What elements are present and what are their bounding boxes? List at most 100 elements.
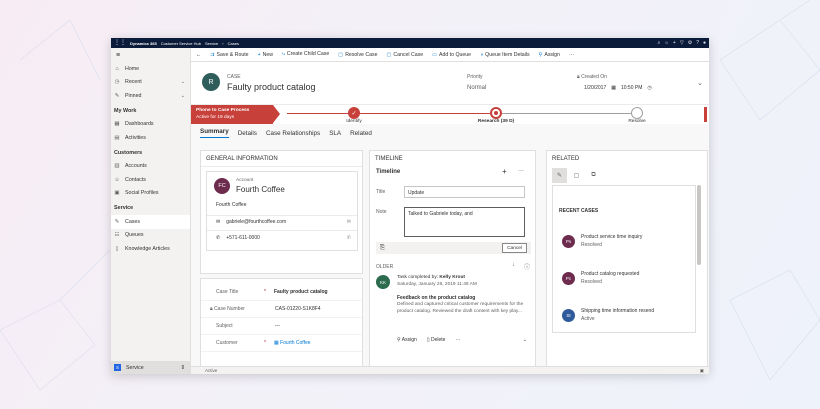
email-row[interactable]: ✉ gabriele@fourthcoffee.com ✉ bbox=[216, 219, 351, 225]
gear-icon[interactable]: ⚙ bbox=[688, 40, 692, 46]
save-icon[interactable]: ▣ bbox=[700, 368, 704, 374]
resolve-icon: ▢ bbox=[338, 51, 344, 58]
main-content: R CASE Faulty product catalog Priority N… bbox=[191, 62, 709, 374]
nav-item-contacts[interactable]: ☺ Contacts bbox=[111, 173, 190, 187]
pin-icon: ✎ bbox=[114, 92, 120, 99]
nav-item-home[interactable]: ⌂ Home bbox=[111, 62, 190, 76]
nav-item-dashboards[interactable]: ▦ Dashboards bbox=[111, 118, 190, 132]
note-title-input[interactable]: Update bbox=[404, 186, 525, 198]
cmd-add-queue[interactable]: ▭ Add to Queue bbox=[432, 52, 471, 58]
account-icon: ▦ bbox=[273, 340, 279, 346]
attach-icon[interactable]: ⎘ bbox=[380, 245, 385, 252]
delete-action[interactable]: ▯ Delete bbox=[427, 337, 446, 343]
note-textarea[interactable]: Talked to Gabriele today, and bbox=[404, 207, 525, 237]
field-subject[interactable]: Subject --- bbox=[201, 318, 362, 335]
nav-item-queues[interactable]: ☷ Queues bbox=[111, 229, 190, 243]
more-icon[interactable]: ··· bbox=[455, 337, 460, 343]
call-icon: ✆ bbox=[346, 235, 351, 241]
account-card: FC Account Fourth Coffee Fourth Coffee ✉… bbox=[206, 171, 358, 251]
nav-item-pinned[interactable]: ✎ Pinned ⌄ bbox=[111, 89, 190, 103]
note-title-label: Title bbox=[376, 189, 386, 195]
sitemap-nav: ≡ ⌂ Home ◷ Recent ⌄ ✎ Pinned ⌄ My Work ▦ Dashb… bbox=[111, 48, 191, 374]
tab-case-relationships[interactable]: Case Relationships bbox=[266, 130, 320, 137]
cancel-note-button[interactable]: Cancel bbox=[502, 243, 527, 253]
account-label: Account bbox=[236, 178, 254, 183]
priority-value[interactable]: Normal bbox=[467, 85, 486, 91]
cmd-save-route[interactable]: ⇉ Save & Route bbox=[210, 52, 248, 58]
priority-label: Priority bbox=[467, 74, 483, 80]
building-icon: ▥ bbox=[114, 163, 120, 170]
process-flag[interactable]: Phone to Case Process Active for 19 days bbox=[191, 105, 280, 124]
cmd-resolve[interactable]: ▢ Resolve Case bbox=[338, 52, 377, 58]
field-case-title[interactable]: Case Title * Faulty product catalog bbox=[201, 284, 362, 301]
area-switcher[interactable]: S Service ⇕ bbox=[111, 361, 190, 374]
process-end-marker bbox=[704, 107, 707, 122]
recent-case-item[interactable]: Ps Product service time inquiry Resolved bbox=[562, 234, 642, 249]
user-icon[interactable]: ● bbox=[703, 40, 706, 46]
breadcrumb-service[interactable]: Service bbox=[205, 41, 218, 46]
wrench-icon[interactable]: ✎ bbox=[552, 168, 567, 183]
cmd-create-child[interactable]: ⤷ Create Child Case bbox=[282, 51, 329, 58]
account-avatar: FC bbox=[214, 178, 230, 194]
cmd-assign[interactable]: ⚲ Assign bbox=[539, 52, 560, 58]
more-options-icon[interactable]: ··· bbox=[518, 168, 524, 174]
chevron-down-icon[interactable]: ⌄ bbox=[181, 79, 185, 85]
app-launcher-icon[interactable]: ⋮⋮ bbox=[114, 40, 126, 46]
entity-type: CASE bbox=[227, 74, 241, 80]
entry-avatar: KK bbox=[376, 275, 390, 289]
created-label: 🔒︎ Created On bbox=[577, 74, 607, 80]
field-customer[interactable]: Customer * ▦ Fourth Coffee bbox=[201, 335, 362, 352]
calendar-icon: ▦ bbox=[611, 85, 616, 91]
entry-title[interactable]: Feedback on the product catalog bbox=[397, 295, 475, 301]
lightbulb-icon[interactable]: ☼ bbox=[664, 40, 669, 46]
phone-row[interactable]: ✆ +571-611-0000 ✆ bbox=[216, 235, 351, 241]
account-name[interactable]: Fourth Coffee bbox=[236, 185, 285, 194]
merge-icon[interactable]: ⧉ bbox=[586, 168, 601, 183]
timeline-title: TIMELINE bbox=[375, 156, 403, 162]
search-icon[interactable]: ⌕ bbox=[658, 40, 661, 46]
help-icon[interactable]: ? bbox=[696, 40, 699, 46]
expand-header-icon[interactable]: ⌄ bbox=[697, 79, 703, 87]
nav-item-recent[interactable]: ◷ Recent ⌄ bbox=[111, 76, 190, 90]
home-icon: ⌂ bbox=[115, 65, 119, 72]
back-icon[interactable]: ← bbox=[196, 52, 201, 58]
stage-identify[interactable]: ✓ bbox=[348, 107, 360, 119]
nav-item-accounts[interactable]: ▥ Accounts bbox=[111, 160, 190, 174]
more-commands-icon[interactable]: ··· bbox=[569, 52, 574, 58]
filter-icon[interactable]: ▽ bbox=[680, 40, 684, 46]
breadcrumb-cases[interactable]: Cases bbox=[228, 41, 239, 46]
field-case-number[interactable]: 🔒︎ Case Number CAS-01220-S1K8F4 bbox=[201, 301, 362, 318]
nav-item-kb[interactable]: ▯ Knowledge Articles bbox=[111, 242, 190, 256]
cmd-queue-details[interactable]: ◑ Queue Item Details bbox=[480, 52, 530, 58]
add-icon[interactable]: + bbox=[673, 40, 676, 46]
nav-item-social[interactable]: ▣ Social Profiles bbox=[111, 187, 190, 201]
stage-research[interactable] bbox=[490, 107, 502, 119]
assign-action[interactable]: ⚲ Assign bbox=[397, 337, 417, 343]
app-window: ⋮⋮ Dynamics 365 Customer Service Hub Ser… bbox=[111, 38, 709, 374]
cmd-cancel[interactable]: ▢ Cancel Case bbox=[386, 52, 423, 58]
save-icon: ⇉ bbox=[210, 51, 215, 58]
recent-case-item[interactable]: St Shipping time information resend Active bbox=[562, 308, 654, 323]
book-icon[interactable]: ▢ bbox=[569, 168, 584, 183]
chevron-down-icon[interactable]: ⌄ bbox=[523, 337, 527, 343]
sort-icon[interactable]: ↓ bbox=[512, 262, 515, 268]
hamburger-icon[interactable]: ≡ bbox=[111, 48, 190, 62]
chevron-down-icon[interactable]: ⌄ bbox=[181, 93, 185, 99]
wrench-icon: ✎ bbox=[114, 218, 120, 225]
cmd-new[interactable]: + New bbox=[258, 52, 273, 58]
send-mail-icon: ✉ bbox=[346, 219, 351, 225]
tab-related[interactable]: Related bbox=[350, 130, 372, 137]
hub-name[interactable]: Customer Service Hub bbox=[161, 41, 201, 46]
add-activity-icon[interactable]: + bbox=[502, 167, 507, 176]
nav-item-cases[interactable]: ✎ Cases bbox=[111, 215, 190, 229]
scrollbar[interactable] bbox=[697, 185, 701, 265]
tab-details[interactable]: Details bbox=[238, 130, 257, 137]
phone-icon: ✆ bbox=[216, 235, 221, 241]
info-icon[interactable]: ⓘ bbox=[524, 262, 530, 271]
recent-case-item[interactable]: Pc Product catalog requested Resolved bbox=[562, 271, 639, 286]
record-title: Faulty product catalog bbox=[227, 82, 316, 92]
stage-resolve[interactable] bbox=[631, 107, 643, 119]
nav-item-activities[interactable]: ▤ Activities bbox=[111, 131, 190, 145]
tab-sla[interactable]: SLA bbox=[329, 130, 341, 137]
tab-summary[interactable]: Summary bbox=[200, 128, 229, 138]
